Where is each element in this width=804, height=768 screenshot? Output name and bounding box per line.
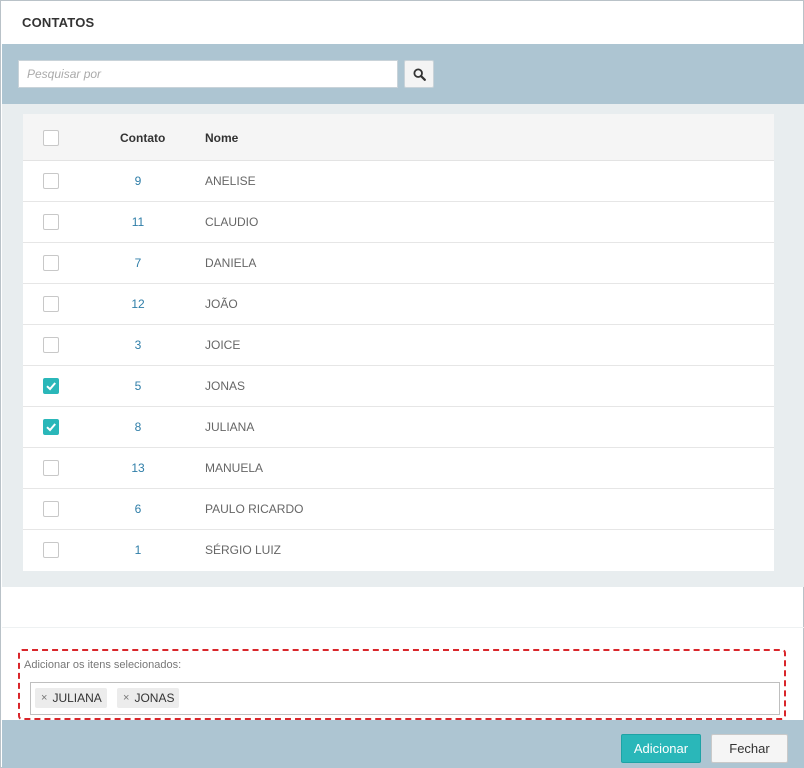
selected-tag-label: JONAS xyxy=(134,691,175,705)
row-checkbox[interactable] xyxy=(43,296,59,312)
contact-name: JOICE xyxy=(205,338,241,352)
contact-name: JOÃO xyxy=(205,297,238,311)
row-checkbox[interactable] xyxy=(43,337,59,353)
contact-id-link[interactable]: 5 xyxy=(98,379,178,393)
row-checkbox[interactable] xyxy=(43,419,59,435)
selected-tag: × JULIANA xyxy=(35,688,107,708)
table-row[interactable]: 1 SÉRGIO LUIZ xyxy=(23,530,774,571)
table-row[interactable]: 7 DANIELA xyxy=(23,243,774,284)
column-header-nome: Nome xyxy=(205,131,239,145)
selected-tags-field[interactable]: × JULIANA × JONAS xyxy=(30,682,780,715)
table-header: Contato Nome xyxy=(23,114,774,161)
contact-id-link[interactable]: 8 xyxy=(98,420,178,434)
table-row[interactable]: 3 JOICE xyxy=(23,325,774,366)
table-row[interactable]: 11 CLAUDIO xyxy=(23,202,774,243)
contact-id-link[interactable]: 13 xyxy=(98,461,178,475)
close-button[interactable]: Fechar xyxy=(711,734,788,763)
row-checkbox[interactable] xyxy=(43,173,59,189)
contact-id-link[interactable]: 6 xyxy=(98,502,178,516)
contact-name: SÉRGIO LUIZ xyxy=(205,543,282,557)
table-row[interactable]: 12 JOÃO xyxy=(23,284,774,325)
contact-name: MANUELA xyxy=(205,461,264,475)
table-row[interactable]: 8 JULIANA xyxy=(23,407,774,448)
table-row[interactable]: 9 ANELISE xyxy=(23,161,774,202)
table-body: 9 ANELISE 11 CLAUDIO 7 DANIELA 12 JOÃO 3 JOICE 5 JO… xyxy=(23,161,774,571)
column-header-contato: Contato xyxy=(120,131,166,145)
divider xyxy=(2,627,804,628)
contact-name: CLAUDIO xyxy=(205,215,259,229)
contact-id-link[interactable]: 3 xyxy=(98,338,178,352)
add-button[interactable]: Adicionar xyxy=(621,734,701,763)
selected-tag: × JONAS xyxy=(117,688,180,708)
row-checkbox[interactable] xyxy=(43,501,59,517)
search-bar xyxy=(2,44,804,104)
check-icon xyxy=(46,382,56,391)
contact-id-link[interactable]: 9 xyxy=(98,174,178,188)
check-icon xyxy=(46,423,56,432)
table-row[interactable]: 13 MANUELA xyxy=(23,448,774,489)
row-checkbox[interactable] xyxy=(43,214,59,230)
dialog-footer: Adicionar Fechar xyxy=(2,720,804,768)
table-area: Contato Nome 9 ANELISE 11 CLAUDIO 7 DANIELA 12… xyxy=(2,104,804,587)
contact-id-link[interactable]: 11 xyxy=(98,215,178,229)
remove-tag-icon[interactable]: × xyxy=(123,692,129,704)
contact-name: DANIELA xyxy=(205,256,257,270)
contact-name: JONAS xyxy=(205,379,246,393)
remove-tag-icon[interactable]: × xyxy=(41,692,47,704)
contact-name: ANELISE xyxy=(205,174,256,188)
search-input[interactable] xyxy=(18,60,398,88)
selected-tag-label: JULIANA xyxy=(52,691,102,705)
table-row[interactable]: 6 PAULO RICARDO xyxy=(23,489,774,530)
contact-name: JULIANA xyxy=(205,420,255,434)
row-checkbox[interactable] xyxy=(43,255,59,271)
contact-id-link[interactable]: 1 xyxy=(98,543,178,557)
select-all-checkbox[interactable] xyxy=(43,130,59,146)
contact-id-link[interactable]: 7 xyxy=(98,256,178,270)
search-icon xyxy=(412,67,426,81)
selected-items-label: Adicionar os itens selecionados: xyxy=(24,659,182,671)
row-checkbox[interactable] xyxy=(43,460,59,476)
dialog-title: CONTATOS xyxy=(22,15,95,30)
contacts-table: Contato Nome 9 ANELISE 11 CLAUDIO 7 DANIELA 12… xyxy=(23,114,774,571)
search-button[interactable] xyxy=(404,60,434,88)
contacts-dialog: CONTATOS Contato Nome 9 ANELISE 11 CLAUDIO 7… xyxy=(0,0,804,768)
contact-id-link[interactable]: 12 xyxy=(98,297,178,311)
row-checkbox[interactable] xyxy=(43,378,59,394)
row-checkbox[interactable] xyxy=(43,542,59,558)
contact-name: PAULO RICARDO xyxy=(205,502,304,516)
table-row[interactable]: 5 JONAS xyxy=(23,366,774,407)
selected-items-panel: Adicionar os itens selecionados: × JULIAN… xyxy=(18,649,786,720)
